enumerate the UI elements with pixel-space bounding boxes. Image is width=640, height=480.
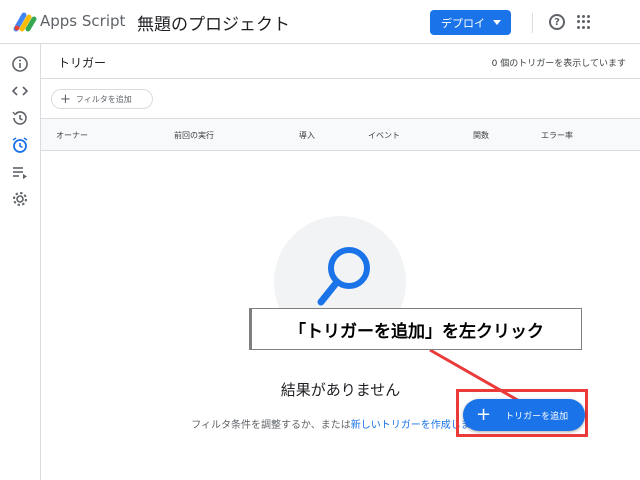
- help-icon[interactable]: ?: [549, 14, 565, 30]
- playlist-icon[interactable]: [10, 162, 30, 182]
- plus-icon: +: [60, 91, 71, 107]
- project-name[interactable]: 無題のプロジェクト: [137, 10, 290, 35]
- gear-icon[interactable]: [10, 189, 30, 209]
- column-header-last-run[interactable]: 前回の実行: [174, 130, 214, 141]
- column-header-error-rate[interactable]: エラー率: [541, 130, 573, 141]
- add-filter-label: フィルタを追加: [75, 94, 132, 104]
- code-icon[interactable]: [10, 81, 30, 101]
- chevron-down-icon: [493, 20, 501, 25]
- history-icon[interactable]: [10, 108, 30, 128]
- instruction-callout: 「トリガーを追加」を左クリック: [249, 308, 582, 350]
- info-icon[interactable]: [10, 54, 30, 74]
- column-header-event[interactable]: イベント: [368, 130, 400, 141]
- deploy-button[interactable]: デプロイ: [430, 10, 511, 35]
- table-header: オーナー 前回の実行 導入 イベント 関数 エラー率: [41, 118, 640, 151]
- column-header-deployment[interactable]: 導入: [299, 130, 315, 141]
- column-header-owner[interactable]: オーナー: [56, 130, 88, 141]
- apps-grid-icon[interactable]: [577, 15, 591, 29]
- alarm-icon[interactable]: [10, 135, 30, 155]
- help-icon-glyph: ?: [554, 16, 560, 28]
- deploy-button-label: デプロイ: [441, 16, 485, 30]
- add-trigger-label: トリガーを追加: [505, 411, 569, 422]
- add-filter-button[interactable]: + フィルタを追加: [51, 89, 153, 109]
- sidebar: [0, 44, 41, 480]
- top-bar: Apps Script 無題のプロジェクト デプロイ ?: [0, 0, 640, 44]
- divider: [41, 78, 640, 79]
- trigger-count: 0 個のトリガーを表示しています: [491, 59, 626, 69]
- header-divider: [532, 13, 533, 33]
- instruction-callout-text: 「トリガーを追加」を左クリック: [289, 321, 544, 342]
- plus-icon: +: [476, 404, 492, 425]
- app-name[interactable]: Apps Script: [40, 12, 125, 30]
- add-trigger-button[interactable]: + トリガーを追加: [463, 399, 585, 431]
- apps-script-logo-icon[interactable]: [12, 11, 38, 33]
- empty-state-subtitle-text: フィルタ条件を調整するか、または: [191, 420, 351, 431]
- page-title: トリガー: [58, 56, 107, 70]
- column-header-function[interactable]: 関数: [473, 130, 489, 141]
